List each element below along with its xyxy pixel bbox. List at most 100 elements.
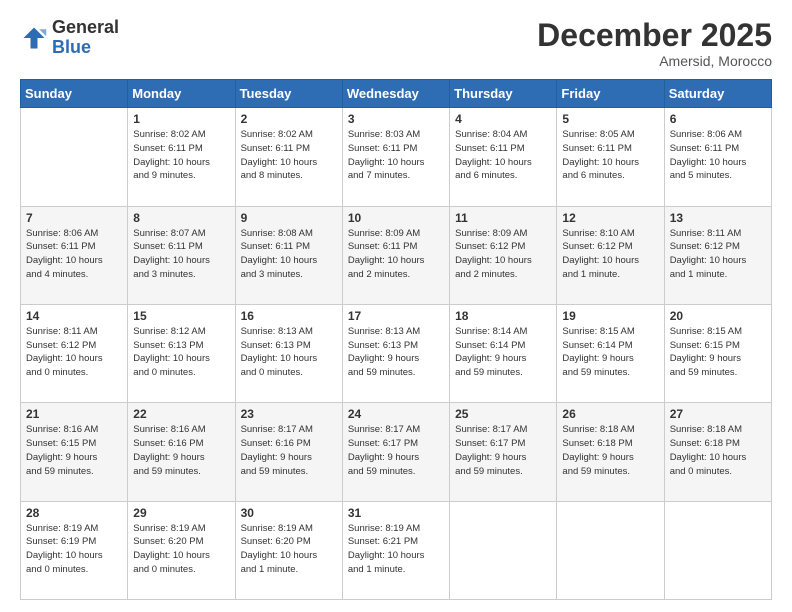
calendar-cell: 31Sunrise: 8:19 AMSunset: 6:21 PMDayligh… <box>342 501 449 599</box>
col-header-wednesday: Wednesday <box>342 80 449 108</box>
cell-info: Sunrise: 8:19 AMSunset: 6:20 PMDaylight:… <box>133 522 229 577</box>
day-number: 2 <box>241 112 337 126</box>
col-header-saturday: Saturday <box>664 80 771 108</box>
location: Amersid, Morocco <box>537 53 772 69</box>
day-number: 29 <box>133 506 229 520</box>
col-header-friday: Friday <box>557 80 664 108</box>
day-number: 15 <box>133 309 229 323</box>
day-number: 23 <box>241 407 337 421</box>
cell-info: Sunrise: 8:13 AMSunset: 6:13 PMDaylight:… <box>348 325 444 380</box>
day-number: 27 <box>670 407 766 421</box>
day-number: 13 <box>670 211 766 225</box>
day-number: 24 <box>348 407 444 421</box>
calendar-cell: 3 Sunrise: 8:03 AMSunset: 6:11 PMDaylight… <box>342 108 449 206</box>
calendar-cell: 6 Sunrise: 8:06 AMSunset: 6:11 PMDaylight… <box>664 108 771 206</box>
day-number: 6 <box>670 112 766 126</box>
calendar-cell <box>21 108 128 206</box>
calendar-cell: 21 Sunrise: 8:16 AMSunset: 6:15 PMDayligh… <box>21 403 128 501</box>
col-header-monday: Monday <box>128 80 235 108</box>
cell-info: Sunrise: 8:09 AMSunset: 6:12 PMDaylight:… <box>455 227 551 282</box>
calendar-cell: 17 Sunrise: 8:13 AMSunset: 6:13 PMDayligh… <box>342 304 449 402</box>
calendar-cell: 25 Sunrise: 8:17 AMSunset: 6:17 PMDayligh… <box>450 403 557 501</box>
day-number: 3 <box>348 112 444 126</box>
calendar-cell: 1Sunrise: 8:02 AMSunset: 6:11 PMDaylight… <box>128 108 235 206</box>
cell-info: Sunrise: 8:15 AMSunset: 6:14 PMDaylight:… <box>562 325 658 380</box>
cell-info: Sunrise: 8:07 AMSunset: 6:11 PMDaylight:… <box>133 227 229 282</box>
day-number: 9 <box>241 211 337 225</box>
cell-info: Sunrise: 8:16 AMSunset: 6:16 PMDaylight:… <box>133 423 229 478</box>
cell-info: Sunrise: 8:10 AMSunset: 6:12 PMDaylight:… <box>562 227 658 282</box>
day-number: 19 <box>562 309 658 323</box>
calendar-cell: 15Sunrise: 8:12 AMSunset: 6:13 PMDayligh… <box>128 304 235 402</box>
cell-info: Sunrise: 8:17 AMSunset: 6:17 PMDaylight:… <box>348 423 444 478</box>
cell-info: Sunrise: 8:18 AMSunset: 6:18 PMDaylight:… <box>670 423 766 478</box>
col-header-tuesday: Tuesday <box>235 80 342 108</box>
day-number: 20 <box>670 309 766 323</box>
calendar-cell: 19 Sunrise: 8:15 AMSunset: 6:14 PMDayligh… <box>557 304 664 402</box>
cell-info: Sunrise: 8:14 AMSunset: 6:14 PMDaylight:… <box>455 325 551 380</box>
logo-general-text: General <box>52 17 119 37</box>
col-header-sunday: Sunday <box>21 80 128 108</box>
col-header-thursday: Thursday <box>450 80 557 108</box>
calendar-cell: 11 Sunrise: 8:09 AMSunset: 6:12 PMDayligh… <box>450 206 557 304</box>
calendar-cell: 30 Sunrise: 8:19 AMSunset: 6:20 PMDayligh… <box>235 501 342 599</box>
day-number: 16 <box>241 309 337 323</box>
cell-info: Sunrise: 8:03 AMSunset: 6:11 PMDaylight:… <box>348 128 444 183</box>
day-number: 18 <box>455 309 551 323</box>
day-number: 17 <box>348 309 444 323</box>
cell-info: Sunrise: 8:11 AMSunset: 6:12 PMDaylight:… <box>670 227 766 282</box>
calendar-week-row: 14 Sunrise: 8:11 AMSunset: 6:12 PMDayligh… <box>21 304 772 402</box>
day-number: 8 <box>133 211 229 225</box>
day-number: 26 <box>562 407 658 421</box>
cell-info: Sunrise: 8:08 AMSunset: 6:11 PMDaylight:… <box>241 227 337 282</box>
calendar-cell <box>664 501 771 599</box>
day-number: 30 <box>241 506 337 520</box>
calendar-cell: 8 Sunrise: 8:07 AMSunset: 6:11 PMDaylight… <box>128 206 235 304</box>
calendar-week-row: 28Sunrise: 8:19 AMSunset: 6:19 PMDayligh… <box>21 501 772 599</box>
calendar-cell: 7Sunrise: 8:06 AMSunset: 6:11 PMDaylight… <box>21 206 128 304</box>
cell-info: Sunrise: 8:11 AMSunset: 6:12 PMDaylight:… <box>26 325 122 380</box>
day-number: 12 <box>562 211 658 225</box>
cell-info: Sunrise: 8:02 AMSunset: 6:11 PMDaylight:… <box>133 128 229 183</box>
calendar-cell: 27 Sunrise: 8:18 AMSunset: 6:18 PMDayligh… <box>664 403 771 501</box>
calendar-cell: 13 Sunrise: 8:11 AMSunset: 6:12 PMDayligh… <box>664 206 771 304</box>
logo-blue-text: Blue <box>52 37 91 57</box>
calendar-header-row: SundayMondayTuesdayWednesdayThursdayFrid… <box>21 80 772 108</box>
cell-info: Sunrise: 8:13 AMSunset: 6:13 PMDaylight:… <box>241 325 337 380</box>
day-number: 10 <box>348 211 444 225</box>
day-number: 21 <box>26 407 122 421</box>
calendar-cell: 2 Sunrise: 8:02 AMSunset: 6:11 PMDaylight… <box>235 108 342 206</box>
header: General Blue December 2025 Amersid, Moro… <box>20 18 772 69</box>
day-number: 11 <box>455 211 551 225</box>
cell-info: Sunrise: 8:02 AMSunset: 6:11 PMDaylight:… <box>241 128 337 183</box>
calendar-cell: 18 Sunrise: 8:14 AMSunset: 6:14 PMDayligh… <box>450 304 557 402</box>
calendar-cell <box>557 501 664 599</box>
logo-icon <box>20 24 48 52</box>
cell-info: Sunrise: 8:16 AMSunset: 6:15 PMDaylight:… <box>26 423 122 478</box>
calendar-cell: 28Sunrise: 8:19 AMSunset: 6:19 PMDayligh… <box>21 501 128 599</box>
calendar-cell: 23 Sunrise: 8:17 AMSunset: 6:16 PMDayligh… <box>235 403 342 501</box>
logo: General Blue <box>20 18 119 58</box>
calendar-week-row: 21 Sunrise: 8:16 AMSunset: 6:15 PMDayligh… <box>21 403 772 501</box>
cell-info: Sunrise: 8:06 AMSunset: 6:11 PMDaylight:… <box>670 128 766 183</box>
calendar-cell: 14 Sunrise: 8:11 AMSunset: 6:12 PMDayligh… <box>21 304 128 402</box>
cell-info: Sunrise: 8:19 AMSunset: 6:20 PMDaylight:… <box>241 522 337 577</box>
day-number: 4 <box>455 112 551 126</box>
day-number: 25 <box>455 407 551 421</box>
cell-info: Sunrise: 8:17 AMSunset: 6:17 PMDaylight:… <box>455 423 551 478</box>
calendar-cell: 29 Sunrise: 8:19 AMSunset: 6:20 PMDayligh… <box>128 501 235 599</box>
cell-info: Sunrise: 8:09 AMSunset: 6:11 PMDaylight:… <box>348 227 444 282</box>
calendar-cell: 10 Sunrise: 8:09 AMSunset: 6:11 PMDayligh… <box>342 206 449 304</box>
month-title: December 2025 <box>537 18 772 53</box>
day-number: 31 <box>348 506 444 520</box>
day-number: 14 <box>26 309 122 323</box>
cell-info: Sunrise: 8:15 AMSunset: 6:15 PMDaylight:… <box>670 325 766 380</box>
calendar-cell <box>450 501 557 599</box>
title-block: December 2025 Amersid, Morocco <box>537 18 772 69</box>
cell-info: Sunrise: 8:17 AMSunset: 6:16 PMDaylight:… <box>241 423 337 478</box>
cell-info: Sunrise: 8:19 AMSunset: 6:19 PMDaylight:… <box>26 522 122 577</box>
calendar-cell: 9 Sunrise: 8:08 AMSunset: 6:11 PMDaylight… <box>235 206 342 304</box>
calendar-cell: 5Sunrise: 8:05 AMSunset: 6:11 PMDaylight… <box>557 108 664 206</box>
calendar-cell: 22Sunrise: 8:16 AMSunset: 6:16 PMDayligh… <box>128 403 235 501</box>
calendar-cell: 26Sunrise: 8:18 AMSunset: 6:18 PMDayligh… <box>557 403 664 501</box>
